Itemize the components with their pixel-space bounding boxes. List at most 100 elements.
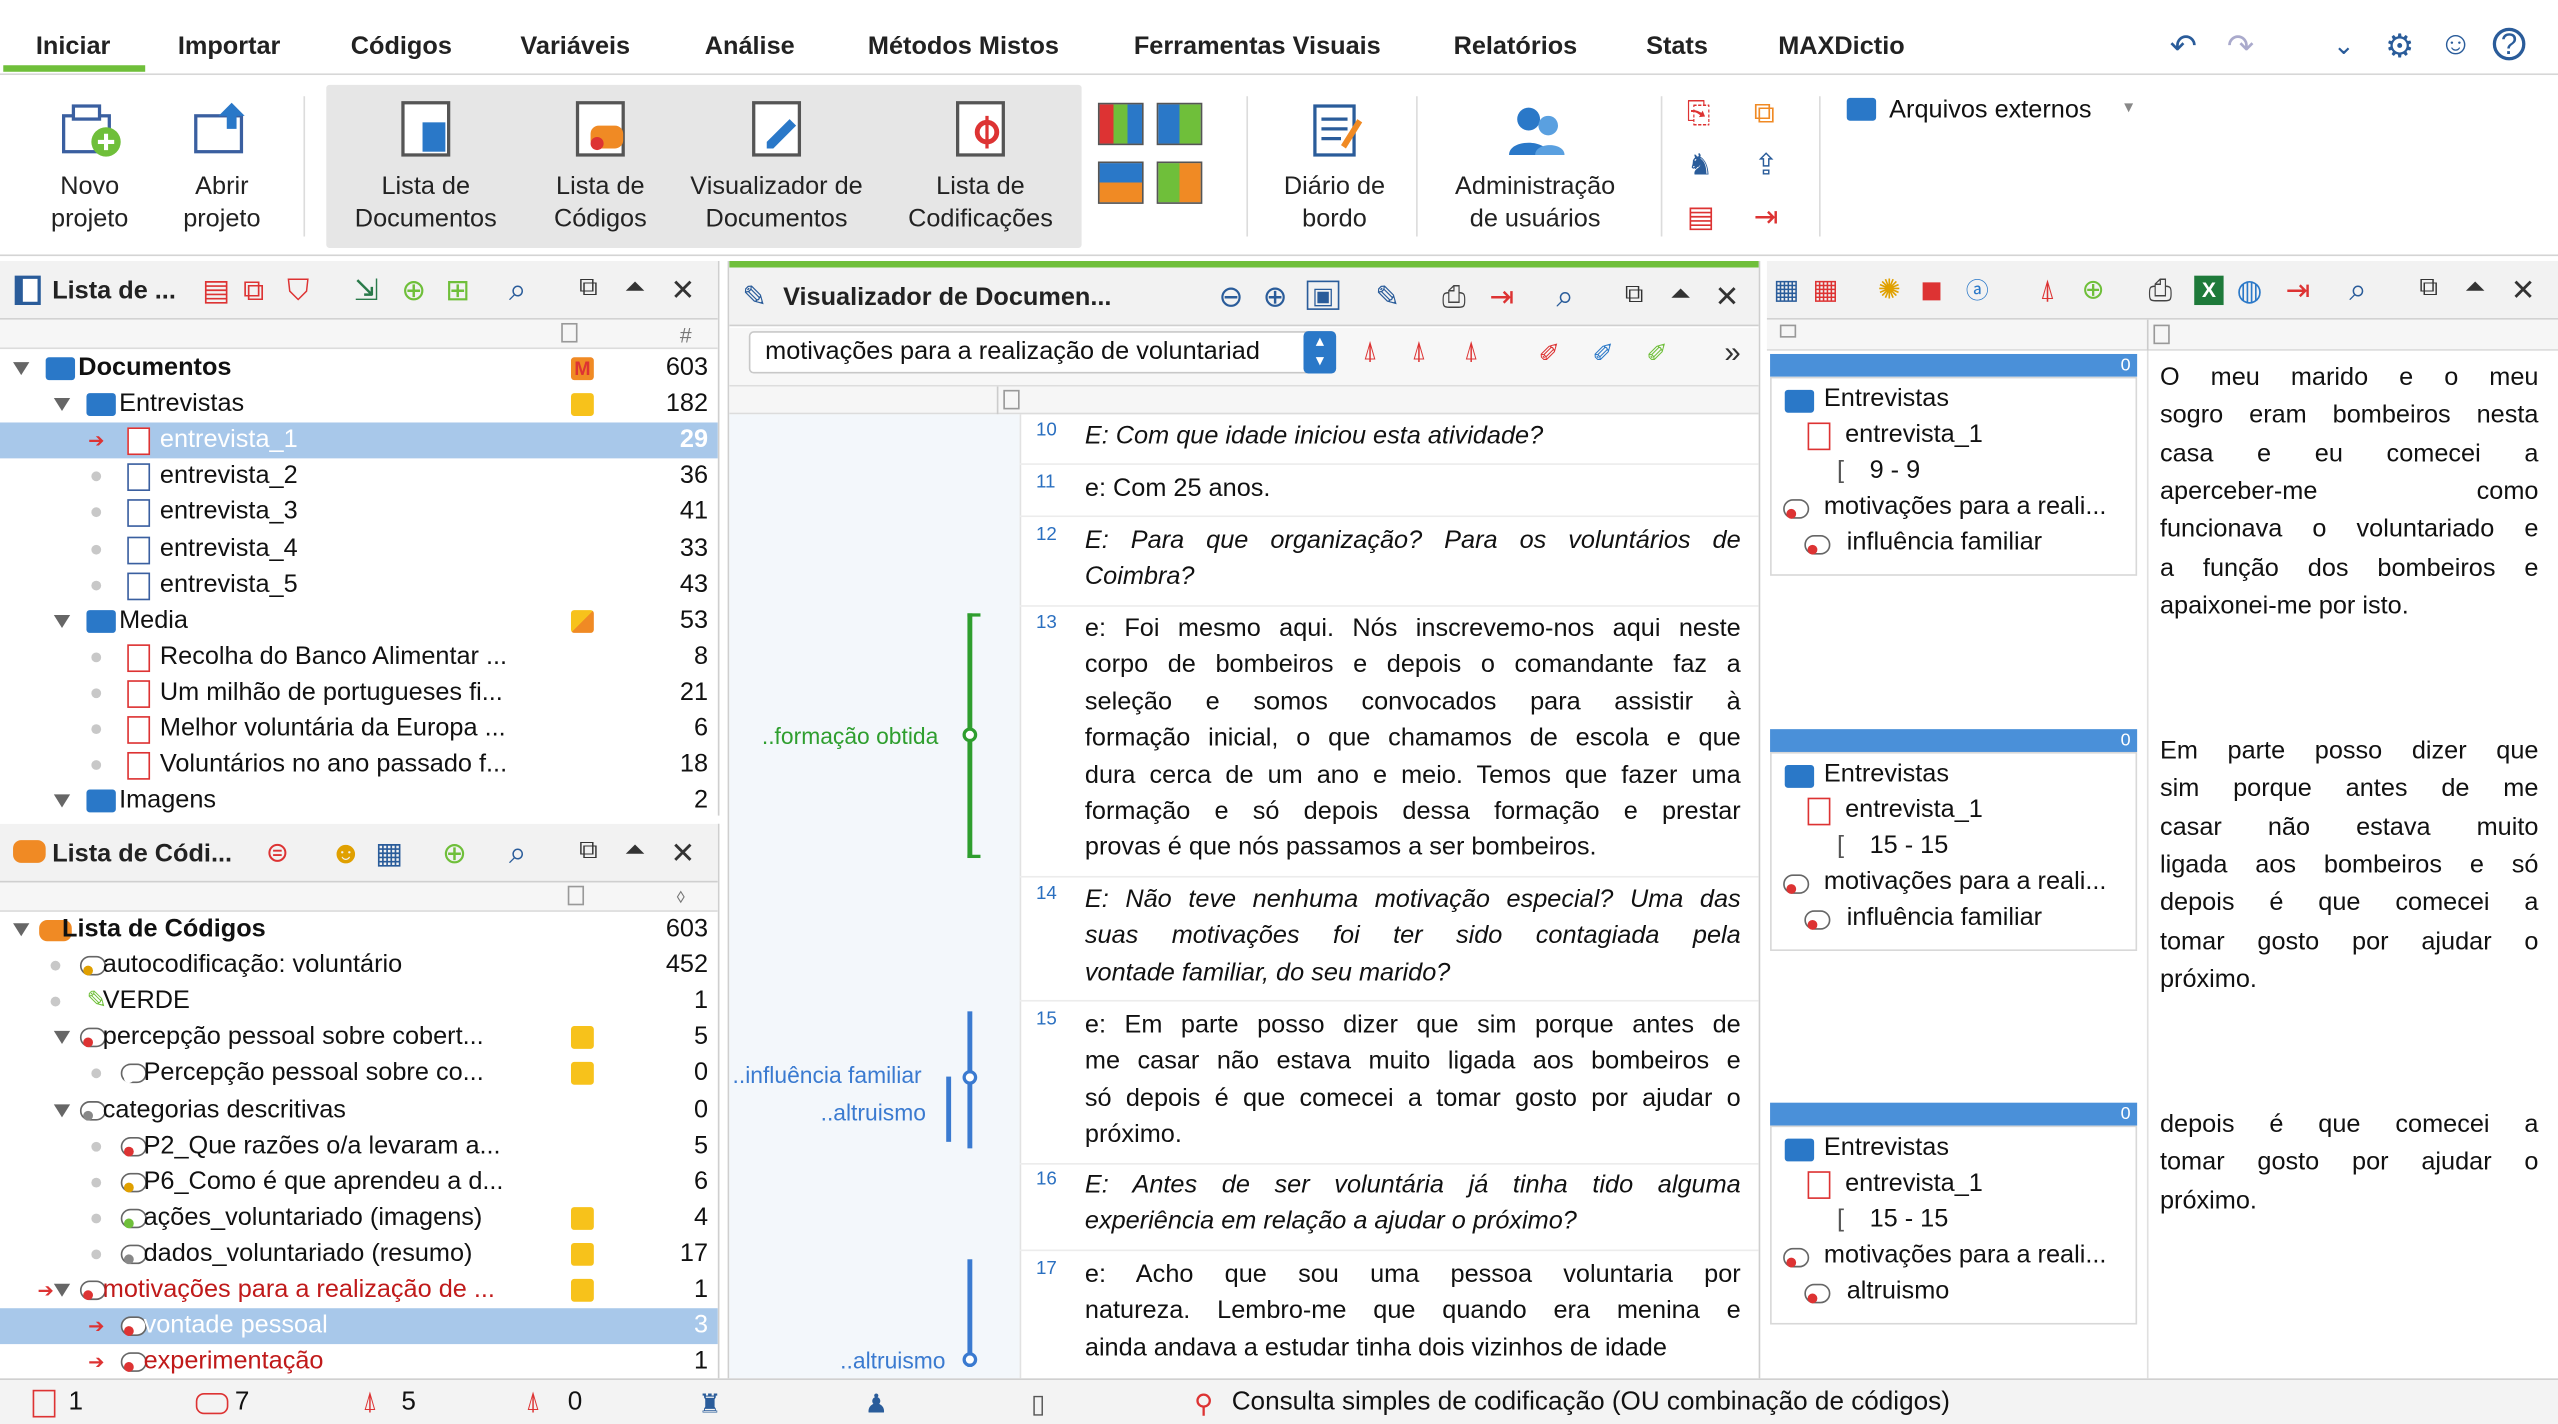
paragraph-text-line[interactable]: próximo. [1085,1118,1741,1155]
table-red-icon[interactable]: ▦ [1812,274,1845,307]
margin-code-label[interactable]: ..influência familiar [732,1062,921,1088]
memo-icon[interactable] [570,393,594,417]
segment-text-line[interactable]: próximo. [2160,960,2538,998]
segment-text-line[interactable]: próximo. [2160,1182,2538,1220]
tab-importar[interactable]: Importar [178,33,281,62]
memo-icon[interactable] [570,1206,594,1230]
novo-projeto-button[interactable]: Novo projeto [36,96,144,236]
tree-row-document[interactable]: entrevista_5 43 [0,567,718,603]
undock-icon[interactable]: ⧉ [579,274,612,307]
paragraph-text-line[interactable]: Coimbra? [1085,560,1741,597]
margin-code-label[interactable]: ..formação obtida [762,723,938,749]
new-code-icon[interactable]: ⊕ [442,837,475,870]
expand-triangle-icon[interactable] [53,1283,71,1297]
paragraph-text-line[interactable]: e: Foi mesmo aqui. Nós inscrevemo-nos aq… [1085,612,1741,649]
gear-icon[interactable]: ⚙ [2385,26,2414,67]
help-icon[interactable]: ? [2492,27,2526,61]
segment-text-line[interactable]: Em parte posso dizer que [2160,732,2538,770]
copy-docs-icon[interactable]: ⧉ [243,274,276,307]
margin-code-label[interactable]: ..altruismo [821,1099,926,1125]
tree-row-code[interactable]: P2_Que razões o/a levaram a... 5 [0,1128,718,1164]
expand-triangle-icon[interactable] [53,794,71,808]
paragraph-text-line[interactable]: corpo de bombeiros e depois o comandante… [1085,648,1741,685]
administracao-usuarios-button[interactable]: Administração de usuários [1442,96,1628,236]
upload-icon[interactable]: ⇪ [1754,148,1790,181]
search-icon[interactable]: ⌕ [1556,281,1589,315]
memo-icon[interactable] [570,1242,594,1266]
collapse-icon[interactable]: ⏶ [1671,281,1704,314]
segment-text-line[interactable]: tomar gosto por ajudar o [2160,922,2538,960]
code-matrix-icon[interactable]: ▦ [375,837,408,870]
new-folder-icon[interactable]: ⊞ [445,274,478,307]
tree-row-code[interactable]: dados_voluntariado (resumo) 17 [0,1236,718,1272]
segment-text-line[interactable]: a função dos bombeiros e [2160,549,2538,587]
search-icon[interactable]: ⌕ [509,837,542,871]
tab-relatorios[interactable]: Relatórios [1454,33,1578,62]
new-code-icon[interactable]: ⊕ [2082,274,2115,307]
tree-row-code[interactable]: P6_Como é que aprendeu a d... 6 [0,1164,718,1200]
export-icon[interactable]: ⇥ [2286,274,2319,307]
code-icon[interactable]: ⍋ [1362,338,1395,371]
tab-codigos[interactable]: Códigos [351,33,452,62]
paragraph-text-line[interactable]: me casar não estava muito ligada aos bom… [1085,1045,1741,1082]
user-doc-icon[interactable]: ♜ [698,1388,721,1421]
tree-row-code[interactable]: percepção pessoal sobre cobert... 5 [0,1020,718,1056]
idea-icon[interactable]: ✺ [1878,274,1911,307]
close-icon[interactable]: ✕ [671,274,704,307]
segment-text-line[interactable]: casa e eu comecei a [2160,435,2538,473]
expand-triangle-icon[interactable] [13,923,30,937]
segment-text-line[interactable]: apaixonei-me por isto. [2160,587,2538,625]
tree-row-document[interactable]: Melhor voluntária da Europa ... 6 [0,711,718,747]
new-document-icon[interactable]: ⊕ [401,274,434,307]
zoom-out-icon[interactable]: ⊖ [1219,281,1252,314]
globe-icon[interactable]: ◍ [2237,274,2270,307]
import-icon[interactable]: ⇲ [354,274,387,307]
tab-variaveis[interactable]: Variáveis [520,33,630,62]
tab-ferramentas-visuais[interactable]: Ferramentas Visuais [1134,33,1381,62]
print-icon[interactable]: ⎙ [2149,274,2182,307]
fit-page-icon[interactable]: ▣ [1306,280,1340,310]
layout-2-icon[interactable] [1156,102,1203,146]
tree-row-document[interactable]: Recolha do Banco Alimentar ... 8 [0,639,718,675]
tree-row-code[interactable]: ➔ motivações para a realização de ... 1 [0,1272,718,1308]
paragraph-text-line[interactable]: suas motivações foi ter sido contagiada … [1085,919,1741,956]
tree-row-document[interactable]: Imagens 2 [0,783,718,815]
paragraph-text-line[interactable]: natureza. Lembro-me que quando era menin… [1085,1294,1741,1331]
tree-row-code[interactable]: categorias descritivas 0 [0,1092,718,1128]
arquivos-externos-button[interactable]: Arquivos externos ▾ [1846,96,2141,129]
memo-icon[interactable] [570,1278,594,1302]
search-icon[interactable]: ⌕ [509,274,542,308]
undock-icon[interactable]: ⧉ [1625,281,1658,314]
highlight-blue-icon[interactable]: ✐ [1592,338,1625,371]
tree-row-document[interactable]: ➔ entrevista_1 29 [0,422,718,459]
tree-row-document[interactable]: Entrevistas 182 [0,387,718,423]
undock-icon[interactable]: ⧉ [579,837,612,870]
memo-icon[interactable] [570,1062,594,1086]
paragraph-text-line[interactable]: seleção e somos convocados para assistir… [1085,685,1741,722]
undo-icon[interactable]: ↶ [2170,26,2197,67]
paragraph-text-line[interactable]: vontade familiar, do seu marido? [1085,956,1741,993]
segment-source-box[interactable]: Entrevistas entrevista_1[9 - 9 motivações … [1770,376,2138,576]
code-bracket[interactable] [967,1259,973,1367]
activate-docs-icon[interactable]: ▤ [202,274,235,307]
code-new-icon[interactable]: ⍋ [1411,338,1444,371]
lista-documentos-button[interactable]: Lista de Documentos [343,96,509,236]
segment-text-line[interactable]: depois é que comecei a [2160,884,2538,922]
paragraph-text-line[interactable]: ainda andava a estudar tinha dois vizinh… [1085,1331,1741,1368]
merge-icon[interactable]: ⧉ [1754,96,1790,129]
paragraph-text-line[interactable]: e: Acho que sou uma pessoa voluntaria po… [1085,1258,1741,1295]
undock-icon[interactable]: ⧉ [2419,274,2452,307]
expand-triangle-icon[interactable] [53,398,71,412]
memo-icon[interactable]: M [570,357,594,381]
layout-4-icon[interactable] [1156,161,1203,204]
abc-icon[interactable]: ⓐ [1966,274,1999,307]
document-icon[interactable]: ▯ [1031,1388,1045,1421]
segment-text-line[interactable]: aperceber-me como [2160,473,2538,511]
expand-triangle-icon[interactable] [53,614,71,628]
memo-icon[interactable] [570,609,594,633]
tab-stats[interactable]: Stats [1646,33,1708,62]
visualizador-documentos-button[interactable]: Visualizador de Documentos [682,96,871,236]
search-icon[interactable]: ⌕ [2349,274,2382,308]
segment-text-line[interactable]: sogro eram bombeiros nesta [2160,397,2538,435]
tree-row-document[interactable]: Documentos 603 M [0,351,718,387]
